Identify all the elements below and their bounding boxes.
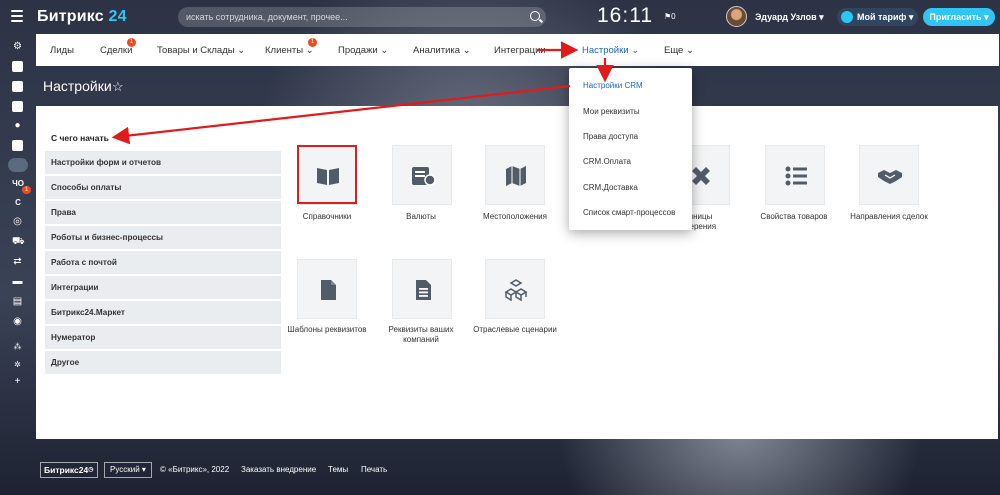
- footer-link-order[interactable]: Заказать внедрение: [241, 465, 316, 474]
- tile-label-deal-directions[interactable]: Направления сделок: [841, 212, 937, 222]
- nav-item-sales[interactable]: Продажи ⌄: [338, 45, 388, 56]
- menu-icon[interactable]: [11, 10, 23, 22]
- avatar[interactable]: [726, 6, 747, 27]
- search-input[interactable]: [186, 9, 506, 25]
- highlight-box: [297, 145, 357, 204]
- menu-item-rights[interactable]: Права: [45, 201, 281, 224]
- inbox-icon[interactable]: [12, 61, 23, 72]
- tile-label-requisite-templates[interactable]: Шаблоны реквизитов: [279, 325, 375, 335]
- deals-counter: 1: [127, 38, 136, 47]
- menu-item-other[interactable]: Другое: [45, 351, 281, 374]
- calendar-icon[interactable]: [12, 81, 23, 92]
- handshake-icon: [878, 170, 902, 184]
- nav-item-leads[interactable]: Лиды: [50, 45, 74, 56]
- file-icon: [321, 280, 336, 300]
- footer-brand[interactable]: Битрикс24◷: [40, 462, 98, 478]
- footer-link-print[interactable]: Печать: [361, 465, 387, 474]
- left-rail: ⚙ ● ▣ 1 ЧО С ◎ ⛟ ⇄ ▬ ▤ ◉ ⁂ ✲ +: [0, 36, 36, 396]
- user-menu[interactable]: Эдуард Узлов ▾: [755, 12, 824, 23]
- tile-label-currencies[interactable]: Валюты: [373, 212, 469, 222]
- search-box[interactable]: [178, 7, 546, 27]
- star-icon[interactable]: ☆: [112, 79, 124, 95]
- clock[interactable]: 16:11: [597, 4, 653, 28]
- menu-item-forms[interactable]: Настройки форм и отчетов: [45, 151, 281, 174]
- flag-counter[interactable]: ⚑0: [664, 12, 676, 21]
- nav-item-deals[interactable]: Сделки: [100, 45, 132, 56]
- document-icon: [416, 280, 431, 300]
- menu-item-payment[interactable]: Способы оплаты: [45, 176, 281, 199]
- dropdown-item-access-rights[interactable]: Права доступа: [583, 132, 638, 141]
- footer-link-themes[interactable]: Темы: [328, 465, 348, 474]
- tariff-button[interactable]: Мой тариф ▾: [837, 8, 918, 26]
- chevron-circle-icon[interactable]: ◉: [12, 316, 23, 327]
- cart-icon[interactable]: ⛟: [12, 236, 25, 247]
- clients-counter: 1: [308, 38, 317, 47]
- menu-item-robots[interactable]: Роботы и бизнес-процессы: [45, 226, 281, 249]
- nav-item-clients[interactable]: Клиенты ⌄: [265, 45, 314, 56]
- nav-item-integrations[interactable]: Интеграции: [494, 45, 546, 56]
- map-icon: [506, 166, 526, 186]
- target-icon[interactable]: ◎: [12, 216, 23, 227]
- add-icon[interactable]: +: [12, 376, 23, 387]
- chevron-down-icon: ⌄: [631, 45, 640, 56]
- menu-item-market[interactable]: Битрикс24.Маркет: [45, 301, 281, 324]
- store-icon[interactable]: ▤: [12, 296, 23, 307]
- users-icon[interactable]: ●: [12, 120, 23, 131]
- dropdown-item-crm-settings[interactable]: Настройки CRM: [583, 81, 643, 90]
- tile-label-company-requisites[interactable]: Реквизиты ваших компаний: [373, 325, 469, 345]
- rail-item-s[interactable]: С: [8, 197, 28, 208]
- cubes-icon: [504, 279, 528, 302]
- tile-product-properties[interactable]: [765, 145, 825, 205]
- tile-locations[interactable]: [485, 145, 545, 205]
- menu-item-numerator[interactable]: Нумератор: [45, 326, 281, 349]
- flow-icon[interactable]: ⚙: [12, 41, 23, 52]
- settings-menu: Настройки форм и отчетов Способы оплаты …: [45, 151, 281, 376]
- footer-copyright: © «Битрикс», 2022: [160, 465, 230, 474]
- nav-item-settings[interactable]: Настройки ⌄: [582, 45, 639, 56]
- currency-icon: [412, 167, 436, 186]
- crm-nav: Лиды Сделки 1 Товары и Склады ⌄ Клиенты …: [36, 34, 999, 66]
- tile-label-directories[interactable]: Справочники: [279, 212, 375, 222]
- settings-dropdown: Настройки CRM Мои реквизиты Права доступ…: [569, 68, 692, 230]
- tile-label-locations[interactable]: Местоположения: [467, 212, 563, 222]
- nav-item-products[interactable]: Товары и Склады ⌄: [157, 45, 245, 56]
- tile-company-requisites[interactable]: [392, 259, 452, 319]
- chevron-down-icon: ⌄: [685, 45, 694, 56]
- settings-icon[interactable]: ✲: [12, 359, 23, 370]
- exchange-icon[interactable]: ⇄: [12, 256, 23, 267]
- dropdown-item-crm-payment[interactable]: CRM.Оплата: [583, 157, 631, 166]
- nav-item-more[interactable]: Еще ⌄: [664, 45, 694, 56]
- rail-item-cho[interactable]: ЧО: [8, 178, 28, 189]
- menu-item-integrations[interactable]: Интеграции: [45, 276, 281, 299]
- crm-icon[interactable]: [8, 158, 28, 172]
- sitemap-icon[interactable]: ⁂: [12, 341, 23, 352]
- rocket-icon: [841, 11, 853, 23]
- dropdown-item-crm-delivery[interactable]: CRM.Доставка: [583, 183, 638, 192]
- nav-item-analytics[interactable]: Аналитика ⌄: [413, 45, 471, 56]
- brand-logo[interactable]: Битрикс 24: [37, 8, 127, 26]
- start-heading: С чего начать: [51, 133, 109, 143]
- tile-label-industry-scenarios[interactable]: Отраслевые сценарии: [467, 325, 563, 335]
- tile-deal-directions[interactable]: [859, 145, 919, 205]
- clock-icon: ◷: [88, 467, 94, 473]
- tile-requisite-templates[interactable]: [297, 259, 357, 319]
- search-icon[interactable]: [530, 11, 540, 21]
- chevron-down-icon: ⌄: [462, 45, 471, 56]
- dropdown-item-smart-processes[interactable]: Список смарт-процессов: [583, 208, 675, 217]
- chevron-down-icon: ⌄: [380, 45, 389, 56]
- tile-industry-scenarios[interactable]: [485, 259, 545, 319]
- tile-label-product-properties[interactable]: Свойства товаров: [746, 212, 842, 222]
- doc-icon[interactable]: [12, 140, 23, 151]
- truck-icon[interactable]: ▬: [12, 276, 23, 287]
- chevron-down-icon: ⌄: [237, 45, 246, 56]
- dropdown-item-my-requisites[interactable]: Мои реквизиты: [583, 107, 640, 116]
- mail-icon[interactable]: [12, 101, 23, 112]
- chevron-down-icon: ▾: [819, 12, 824, 22]
- menu-item-mail[interactable]: Работа с почтой: [45, 251, 281, 274]
- page-title: Настройки: [43, 78, 112, 94]
- invite-button[interactable]: Пригласить ▾: [923, 8, 995, 26]
- language-select[interactable]: Русский ▾: [104, 462, 152, 478]
- tile-currencies[interactable]: [392, 145, 452, 205]
- list-icon: [785, 166, 807, 186]
